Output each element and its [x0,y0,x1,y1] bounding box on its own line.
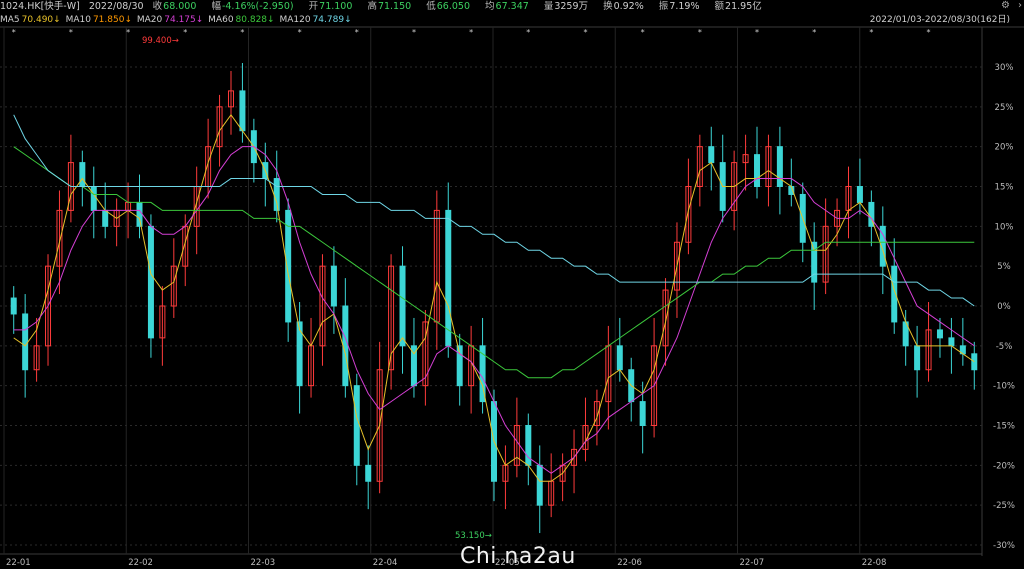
x-tick-label: 22-04 [373,558,398,568]
event-marker: * [469,28,473,37]
y-tick-label: -30% [993,541,1015,551]
event-marker: * [641,28,645,37]
event-marker: * [298,28,302,37]
y-tick-label: 0% [997,302,1011,312]
y-tick-label: -5% [996,342,1013,352]
y-tick-label: 30% [995,63,1014,73]
candle-body [776,146,783,188]
candle-body [79,162,86,188]
high-annotation: 99.400→ [142,36,179,46]
candle-body [365,464,372,482]
candle-body [811,241,818,283]
candle-body [399,265,406,347]
candle-body [10,297,17,315]
candle-body [239,90,246,132]
event-marker: * [698,28,702,37]
x-tick-label: 22-01 [6,558,31,568]
event-marker: * [869,28,873,37]
event-marker: * [755,28,759,37]
x-tick-label: 22-02 [128,558,153,568]
x-tick-label: 22-06 [617,558,642,568]
event-marker: * [526,28,530,37]
candle-body [708,146,715,164]
candle-body [948,337,955,347]
candle-body [102,209,109,227]
candle-body [914,345,921,371]
y-tick-label: -25% [993,501,1015,511]
y-tick-label: 25% [995,103,1014,113]
ma-line-ma60 [13,146,975,379]
candle-body [353,385,360,466]
kline-chart[interactable]: 30% 25% 20% 15% 10% 5% 0% -5% -10% -15% -20% -25% -3… [0,0,1024,569]
candle-body [136,201,143,227]
candle-body [936,329,943,339]
candle-body [273,178,280,211]
candle-body [445,209,452,347]
event-marker: * [583,28,587,37]
y-tick-label: -10% [993,382,1015,392]
y-tick-label: -15% [993,422,1015,432]
event-marker: * [126,28,130,37]
event-marker: * [355,28,359,37]
candle-body [147,225,154,339]
candle-body [856,186,863,203]
y-tick-label: -20% [993,461,1015,471]
y-tick-label: 15% [995,183,1014,193]
x-tick-label: 22-07 [740,558,765,568]
candle-body [22,313,29,371]
event-marker: * [927,28,931,37]
y-tick-label: 20% [995,143,1014,153]
candle-body [330,265,337,307]
x-tick-label: 22-08 [862,558,887,568]
event-marker: * [412,28,416,37]
event-marker: * [12,28,16,37]
candle-body [90,186,97,211]
candle-body [639,401,646,427]
candle-body [616,345,623,371]
x-tick-label: 22-03 [251,558,276,568]
event-marker: * [69,28,73,37]
watermark: Chi na2au [460,544,576,569]
y-tick-label: 10% [995,222,1014,232]
candle-body [536,464,543,506]
event-marker: * [240,28,244,37]
candle-body [754,154,761,187]
event-marker: * [183,28,187,37]
candle-body [342,305,349,387]
y-tick-label: 5% [997,262,1011,272]
candle-body [525,425,532,466]
event-marker: * [812,28,816,37]
low-annotation: 53.150→ [455,531,492,541]
ma-line-ma120 [13,114,975,307]
